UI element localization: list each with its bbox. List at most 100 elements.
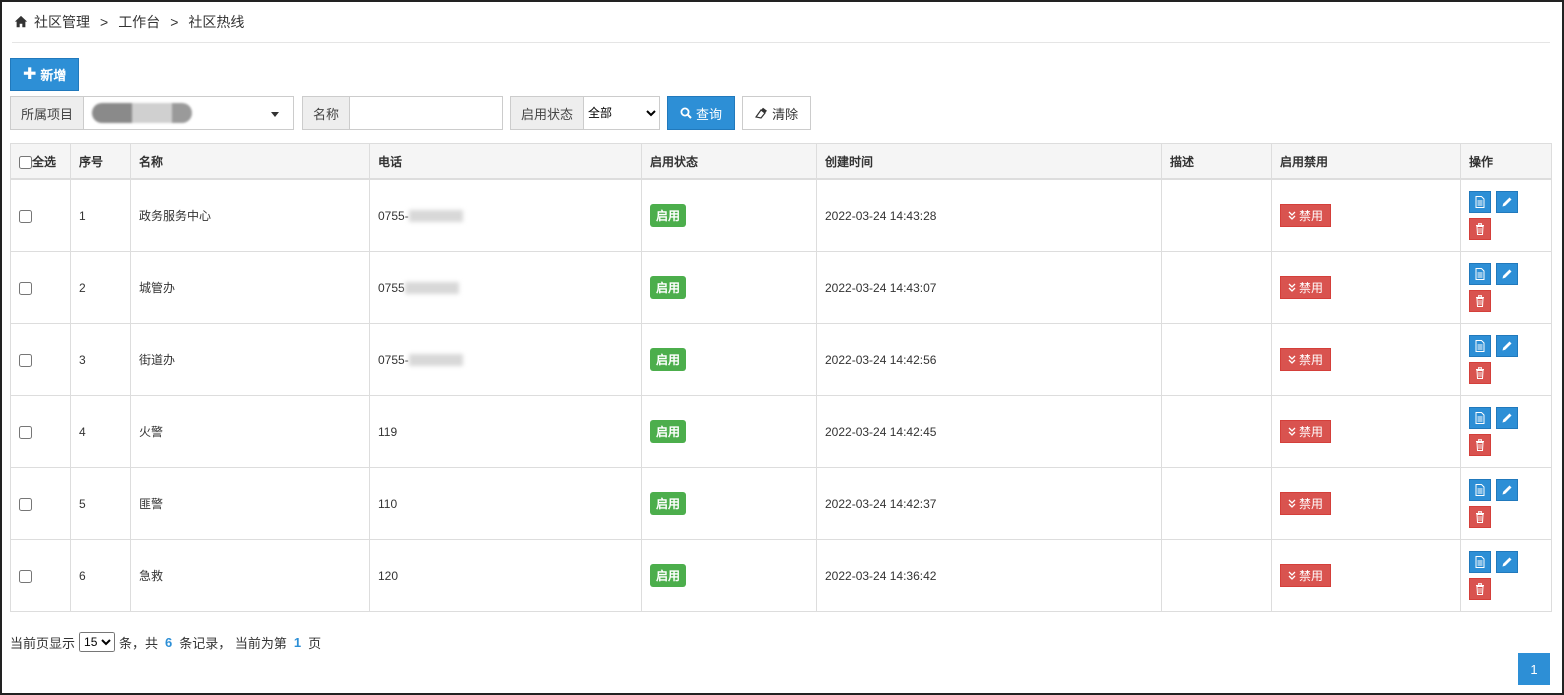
row-actions — [1469, 335, 1525, 384]
pencil-icon — [1502, 341, 1512, 351]
breadcrumb-item-workbench[interactable]: 工作台 — [118, 12, 160, 32]
row-ops-cell — [1460, 395, 1552, 468]
row-select-cell — [10, 323, 71, 396]
trash-icon — [1476, 583, 1484, 595]
status-badge: 启用 — [650, 564, 687, 587]
disable-button[interactable]: 禁用 — [1280, 420, 1332, 443]
total-count: 6 — [165, 634, 173, 650]
disable-button-label: 禁用 — [1299, 353, 1324, 367]
row-name: 政务服务中心 — [130, 178, 370, 252]
select-all-checkbox[interactable] — [19, 155, 32, 169]
view-button[interactable] — [1469, 191, 1491, 213]
row-actions — [1469, 551, 1525, 600]
table-header-row: 全选 序号 名称 电话 启用状态 创建时间 描述 启用禁用 操作 — [10, 143, 1552, 180]
edit-button[interactable] — [1496, 551, 1518, 573]
double-chevron-down-icon — [1288, 571, 1296, 580]
row-index: 6 — [70, 539, 131, 612]
disable-button[interactable]: 禁用 — [1280, 276, 1332, 299]
page-info-suffix: 页 — [308, 635, 322, 651]
row-ops-cell — [1460, 251, 1552, 324]
query-button[interactable]: 查询 — [667, 96, 736, 130]
edit-button[interactable] — [1496, 407, 1518, 429]
add-button-label: 新增 — [40, 68, 67, 83]
view-button[interactable] — [1469, 551, 1491, 573]
status-badge: 启用 — [650, 204, 687, 227]
header-divider — [12, 42, 1550, 43]
pencil-icon — [1502, 413, 1512, 423]
delete-button[interactable] — [1469, 578, 1491, 600]
row-checkbox[interactable] — [19, 497, 32, 511]
disable-button[interactable]: 禁用 — [1280, 204, 1332, 227]
row-status-cell: 启用 — [641, 323, 817, 396]
row-status-cell: 启用 — [641, 395, 817, 468]
page-info-mid1: 条，共 — [119, 635, 159, 651]
view-button[interactable] — [1469, 263, 1491, 285]
home-icon — [14, 15, 28, 28]
row-created: 2022-03-24 14:42:37 — [816, 467, 1162, 540]
row-checkbox[interactable] — [19, 425, 32, 439]
disable-button[interactable]: 禁用 — [1280, 348, 1332, 371]
header-toggle: 启用禁用 — [1271, 143, 1461, 180]
clear-button-label: 清除 — [772, 106, 799, 122]
edit-button[interactable] — [1496, 191, 1518, 213]
document-icon — [1475, 484, 1485, 496]
disable-button[interactable]: 禁用 — [1280, 564, 1332, 587]
row-toggle-cell: 禁用 — [1271, 323, 1461, 396]
row-index: 1 — [70, 178, 131, 252]
view-button[interactable] — [1469, 479, 1491, 501]
row-checkbox[interactable] — [19, 353, 32, 367]
pencil-icon — [1502, 557, 1512, 567]
delete-button[interactable] — [1469, 434, 1491, 456]
table-row: 2 城管办 0755 启用 2022-03-24 14:43:07 禁用 — [10, 251, 1552, 324]
edit-button[interactable] — [1496, 263, 1518, 285]
row-toggle-cell: 禁用 — [1271, 251, 1461, 324]
row-phone-cell: 0755- — [369, 178, 642, 252]
row-toggle-cell: 禁用 — [1271, 467, 1461, 540]
row-checkbox[interactable] — [19, 209, 32, 223]
add-button[interactable]: ✚ 新增 — [10, 58, 80, 91]
breadcrumb-item-community[interactable]: 社区管理 — [34, 12, 90, 32]
delete-button[interactable] — [1469, 290, 1491, 312]
delete-button[interactable] — [1469, 218, 1491, 240]
row-phone-cell: 119 — [369, 395, 642, 468]
breadcrumb-separator: > — [170, 14, 179, 30]
name-label: 名称 — [302, 96, 351, 130]
double-chevron-down-icon — [1288, 283, 1296, 292]
header-created: 创建时间 — [816, 143, 1162, 180]
row-phone: 110 — [378, 496, 398, 511]
row-status-cell: 启用 — [641, 539, 817, 612]
project-label: 所属项目 — [10, 96, 85, 130]
page-size-select[interactable]: 15 — [79, 632, 116, 652]
row-checkbox[interactable] — [19, 569, 32, 583]
row-phone-cell: 120 — [369, 539, 642, 612]
edit-button[interactable] — [1496, 335, 1518, 357]
row-name: 城管办 — [130, 251, 370, 324]
row-select-cell — [10, 539, 71, 612]
phone-redacted — [408, 354, 463, 367]
row-name: 急救 — [130, 539, 370, 612]
view-button[interactable] — [1469, 407, 1491, 429]
row-desc — [1161, 395, 1272, 468]
edit-button[interactable] — [1496, 479, 1518, 501]
plus-icon: ✚ — [23, 65, 37, 83]
name-input[interactable] — [350, 96, 504, 130]
disable-button[interactable]: 禁用 — [1280, 492, 1332, 515]
document-icon — [1475, 412, 1485, 424]
project-select[interactable] — [84, 96, 295, 130]
row-phone: 0755- — [378, 208, 409, 223]
clear-button[interactable]: 清除 — [742, 96, 812, 130]
row-select-cell — [10, 251, 71, 324]
phone-redacted — [404, 282, 459, 295]
pagination-page-1[interactable]: 1 — [1518, 653, 1550, 685]
delete-button[interactable] — [1469, 506, 1491, 528]
query-button-label: 查询 — [696, 106, 723, 122]
row-checkbox[interactable] — [19, 281, 32, 295]
delete-button[interactable] — [1469, 362, 1491, 384]
trash-icon — [1476, 295, 1484, 307]
row-ops-cell — [1460, 178, 1552, 252]
disable-button-label: 禁用 — [1299, 209, 1324, 223]
trash-icon — [1476, 511, 1484, 523]
row-phone-cell: 0755 — [369, 251, 642, 324]
view-button[interactable] — [1469, 335, 1491, 357]
status-select[interactable]: 全部 — [584, 96, 661, 130]
